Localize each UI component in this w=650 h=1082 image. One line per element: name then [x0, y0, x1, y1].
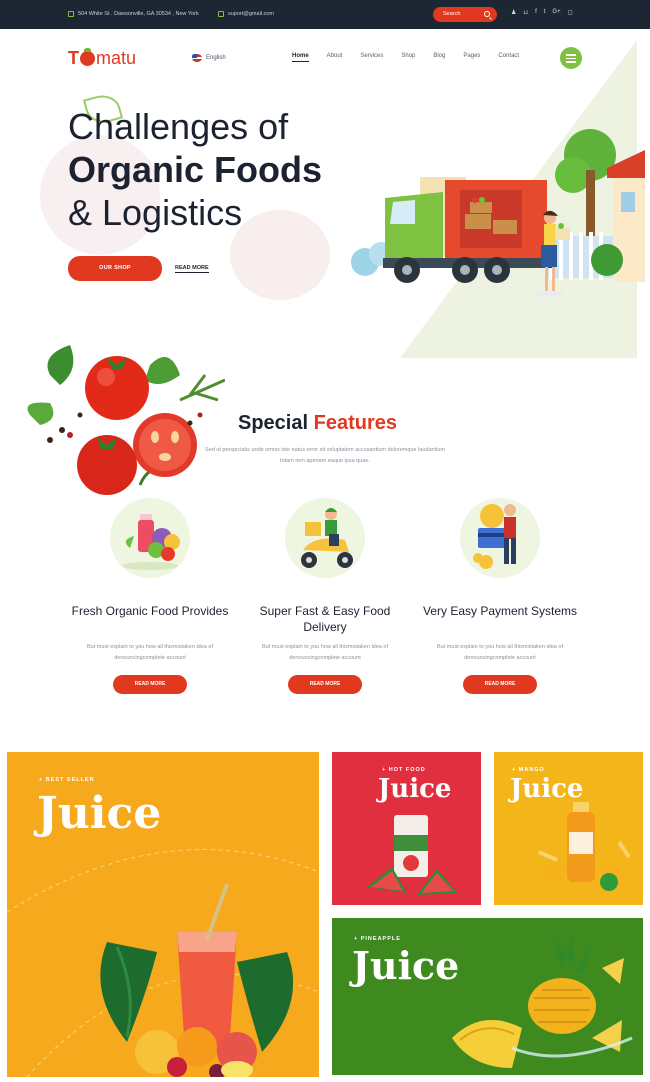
- location-icon: [68, 11, 74, 17]
- address-text: 504 White St . Dawsonville, GA 30534 , N…: [78, 11, 199, 17]
- feature-title: Very Easy Payment Systems: [422, 604, 578, 618]
- address-info: 504 White St . Dawsonville, GA 30534 , N…: [68, 11, 199, 17]
- language-selector[interactable]: English: [192, 54, 226, 62]
- top-bar: 504 White St . Dawsonville, GA 30534 , N…: [0, 0, 650, 29]
- delivery-truck-illustration: [351, 129, 645, 297]
- hero-read-more-link[interactable]: READ MORE: [175, 265, 209, 273]
- feature-description: But must explain to you how all thismist…: [437, 644, 563, 661]
- features-subtitle: Sed ut perspiciatis unde omnis iste natu…: [205, 447, 445, 464]
- cart-icon[interactable]: ⊔: [523, 9, 528, 16]
- feature-title: Fresh Organic Food Provides: [71, 604, 229, 618]
- logo-text: matu: [96, 48, 137, 68]
- mail-icon: [218, 11, 224, 17]
- menu-icon-bar: [566, 54, 576, 56]
- feature-card: Fresh Organic Food Provides But must exp…: [65, 490, 235, 694]
- hero-title-line3: & Logistics: [68, 192, 243, 233]
- features-title: Special Features: [238, 412, 397, 435]
- twitter-icon[interactable]: t: [544, 9, 546, 16]
- nav-services[interactable]: Services: [360, 53, 383, 62]
- feature-title: Super Fast & Easy Food Delivery: [259, 604, 391, 634]
- feature-description: But must explain to you how all thismist…: [262, 644, 388, 661]
- menu-icon-bar: [566, 61, 576, 63]
- promo-title: Juice: [37, 788, 162, 839]
- language-label: English: [206, 55, 226, 61]
- features-title-plain: Special: [238, 412, 309, 434]
- hero-title-line2: Organic Foods: [68, 149, 323, 190]
- promo-tag: + HOT FOOD: [382, 767, 426, 773]
- feature-read-more-button[interactable]: READ MORE: [288, 675, 362, 694]
- email-info[interactable]: suport@gmail.com: [218, 11, 274, 17]
- tomato-icon: [80, 48, 95, 66]
- feature-read-more-button[interactable]: READ MORE: [463, 675, 537, 694]
- organic-food-illustration: [110, 498, 190, 578]
- feature-card: Very Easy Payment Systems But must expla…: [415, 490, 585, 694]
- promo-tag: + PINEAPPLE: [354, 936, 401, 942]
- site-logo[interactable]: T matu: [68, 48, 136, 69]
- promo-mango[interactable]: + MANGO Juice: [494, 752, 643, 905]
- promo-hot-food[interactable]: + HOT FOOD Juice: [332, 752, 481, 905]
- google-plus-icon[interactable]: G+: [552, 9, 560, 16]
- juice-carton-image: [367, 815, 457, 895]
- logo-letter: T: [68, 48, 79, 68]
- feature-description: But must explain to you how all thismist…: [87, 644, 213, 661]
- delivery-scooter-illustration: [285, 498, 365, 578]
- email-text[interactable]: suport@gmail.com: [228, 11, 274, 17]
- vegetables-illustration: [27, 345, 225, 495]
- promo-tag: + MANGO: [512, 767, 545, 773]
- promo-title: Juice: [510, 774, 584, 804]
- nav-shop[interactable]: Shop: [401, 53, 415, 62]
- feature-read-more-button[interactable]: READ MORE: [113, 675, 187, 694]
- nav-contact[interactable]: Contact: [498, 53, 519, 62]
- promo-best-seller[interactable]: + BEST SELLER Juice: [7, 752, 319, 1077]
- menu-toggle-button[interactable]: [560, 47, 582, 69]
- promo-pineapple[interactable]: + PINEAPPLE Juice: [332, 918, 643, 1075]
- search-input[interactable]: Search: [433, 7, 497, 22]
- our-shop-button[interactable]: OUR SHOP: [68, 256, 162, 281]
- promo-title: Juice: [378, 774, 452, 804]
- menu-icon-bar: [566, 57, 576, 59]
- promo-tag: + BEST SELLER: [39, 777, 95, 783]
- payment-illustration: [460, 498, 540, 578]
- search-placeholder: Search: [443, 11, 461, 17]
- facebook-icon[interactable]: f: [535, 9, 537, 16]
- us-flag-icon: [192, 54, 202, 62]
- nav-home[interactable]: Home: [292, 53, 309, 62]
- instagram-icon[interactable]: ◻: [568, 9, 573, 16]
- hero-title-line1: Challenges of: [68, 106, 289, 147]
- main-nav: Home About Services Shop Blog Pages Cont…: [292, 53, 519, 62]
- juice-bottle-image: [538, 802, 631, 891]
- shop-button-label: OUR SHOP: [99, 265, 131, 271]
- pineapple-image: [452, 936, 633, 1068]
- juice-glass-image: [100, 883, 294, 1077]
- nav-pages[interactable]: Pages: [463, 53, 480, 62]
- hero-title: Challenges of Organic Foods & Logistics: [68, 105, 322, 234]
- nav-blog[interactable]: Blog: [433, 53, 445, 62]
- user-icon[interactable]: ♟: [511, 9, 516, 16]
- features-title-accent: Features: [313, 412, 397, 434]
- nav-about[interactable]: About: [327, 53, 343, 62]
- top-icons: ♟ ⊔ f t G+ ◻: [511, 9, 573, 16]
- feature-card: Super Fast & Easy Food Delivery But must…: [240, 490, 410, 694]
- search-icon[interactable]: [484, 11, 490, 17]
